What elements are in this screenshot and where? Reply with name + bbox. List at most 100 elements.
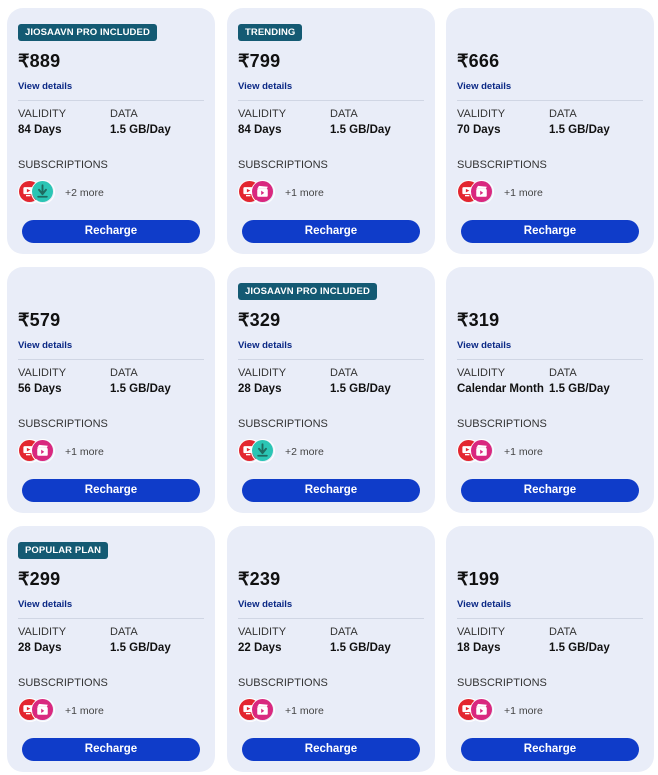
validity-value: 84 Days [18,124,62,136]
data-label: DATA [330,108,358,120]
data-label: DATA [110,626,138,638]
recharge-button[interactable]: Recharge [242,220,420,243]
plan-card: ₹579 View details VALIDITY DATA 56 Days … [7,267,215,513]
validity-label: VALIDITY [238,626,287,638]
subscription-icons [238,180,286,204]
view-details-link[interactable]: View details [18,81,72,92]
divider [238,100,424,101]
validity-label: VALIDITY [457,108,506,120]
recharge-button[interactable]: Recharge [461,220,639,243]
plan-card: POPULAR PLAN ₹299 View details VALIDITY … [7,526,215,772]
view-details-link[interactable]: View details [457,599,511,610]
divider [457,618,643,619]
plan-price: ₹666 [457,51,500,71]
recharge-button[interactable]: Recharge [22,479,200,502]
validity-value: Calendar Month [457,383,544,395]
validity-label: VALIDITY [457,626,506,638]
plan-card: ₹239 View details VALIDITY DATA 22 Days … [227,526,435,772]
more-subscriptions[interactable]: +2 more [65,187,104,199]
validity-label: VALIDITY [457,367,506,379]
divider [457,359,643,360]
view-details-link[interactable]: View details [238,599,292,610]
divider [18,100,204,101]
plan-price: ₹799 [238,51,281,71]
data-value: 1.5 GB/Day [330,642,391,654]
data-label: DATA [549,367,577,379]
view-details-link[interactable]: View details [238,81,292,92]
jiocinema-icon [470,439,494,463]
validity-value: 84 Days [238,124,282,136]
data-label: DATA [110,367,138,379]
subscriptions-label: SUBSCRIPTIONS [238,418,328,430]
validity-label: VALIDITY [238,367,287,379]
plan-card: JIOSAAVN PRO INCLUDED ₹329 View details … [227,267,435,513]
view-details-link[interactable]: View details [238,340,292,351]
subscriptions-label: SUBSCRIPTIONS [457,677,547,689]
jiocinema-icon [470,180,494,204]
subscriptions-label: SUBSCRIPTIONS [18,418,108,430]
plans-grid: JIOSAAVN PRO INCLUDED ₹889 View details … [0,0,658,775]
plan-card: ₹319 View details VALIDITY DATA Calendar… [446,267,654,513]
more-subscriptions[interactable]: +1 more [504,705,543,717]
validity-label: VALIDITY [18,108,67,120]
subscriptions-label: SUBSCRIPTIONS [18,159,108,171]
plan-card: TRENDING ₹799 View details VALIDITY DATA… [227,8,435,254]
plan-badge: JIOSAAVN PRO INCLUDED [18,24,157,41]
subscriptions-label: SUBSCRIPTIONS [238,159,328,171]
subscriptions-label: SUBSCRIPTIONS [18,677,108,689]
recharge-button[interactable]: Recharge [461,479,639,502]
plan-badge: TRENDING [238,24,303,41]
plan-price: ₹199 [457,569,500,589]
more-subscriptions[interactable]: +1 more [285,187,324,199]
subscription-icons [457,180,505,204]
validity-value: 56 Days [18,383,62,395]
view-details-link[interactable]: View details [18,340,72,351]
subscription-icons [238,698,286,722]
more-subscriptions[interactable]: +2 more [285,446,324,458]
data-label: DATA [549,108,577,120]
validity-value: 28 Days [238,383,282,395]
more-subscriptions[interactable]: +1 more [65,705,104,717]
view-details-link[interactable]: View details [457,81,511,92]
view-details-link[interactable]: View details [457,340,511,351]
jiocinema-icon [470,698,494,722]
subscription-icons [18,180,66,204]
jiocinema-icon [31,698,55,722]
data-value: 1.5 GB/Day [330,383,391,395]
plan-card: ₹666 View details VALIDITY DATA 70 Days … [446,8,654,254]
plan-badge: POPULAR PLAN [18,542,109,559]
more-subscriptions[interactable]: +1 more [504,187,543,199]
data-value: 1.5 GB/Day [330,124,391,136]
data-value: 1.5 GB/Day [549,383,610,395]
more-subscriptions[interactable]: +1 more [65,446,104,458]
recharge-button[interactable]: Recharge [22,220,200,243]
plan-price: ₹329 [238,310,281,330]
recharge-button[interactable]: Recharge [22,738,200,761]
subscription-icons [18,698,66,722]
plan-badge: JIOSAAVN PRO INCLUDED [238,283,377,300]
plan-card: JIOSAAVN PRO INCLUDED ₹889 View details … [7,8,215,254]
subscription-icons [18,439,66,463]
recharge-button[interactable]: Recharge [242,738,420,761]
data-value: 1.5 GB/Day [110,383,171,395]
data-label: DATA [330,367,358,379]
subscriptions-label: SUBSCRIPTIONS [457,418,547,430]
validity-value: 28 Days [18,642,62,654]
data-value: 1.5 GB/Day [549,124,610,136]
subscription-icons [238,439,286,463]
divider [18,618,204,619]
data-label: DATA [110,108,138,120]
validity-value: 18 Days [457,642,501,654]
recharge-button[interactable]: Recharge [242,479,420,502]
divider [238,359,424,360]
validity-label: VALIDITY [18,367,67,379]
view-details-link[interactable]: View details [18,599,72,610]
more-subscriptions[interactable]: +1 more [504,446,543,458]
data-label: DATA [330,626,358,638]
plan-price: ₹889 [18,51,61,71]
more-subscriptions[interactable]: +1 more [285,705,324,717]
validity-label: VALIDITY [18,626,67,638]
subscriptions-label: SUBSCRIPTIONS [238,677,328,689]
recharge-button[interactable]: Recharge [461,738,639,761]
subscriptions-label: SUBSCRIPTIONS [457,159,547,171]
